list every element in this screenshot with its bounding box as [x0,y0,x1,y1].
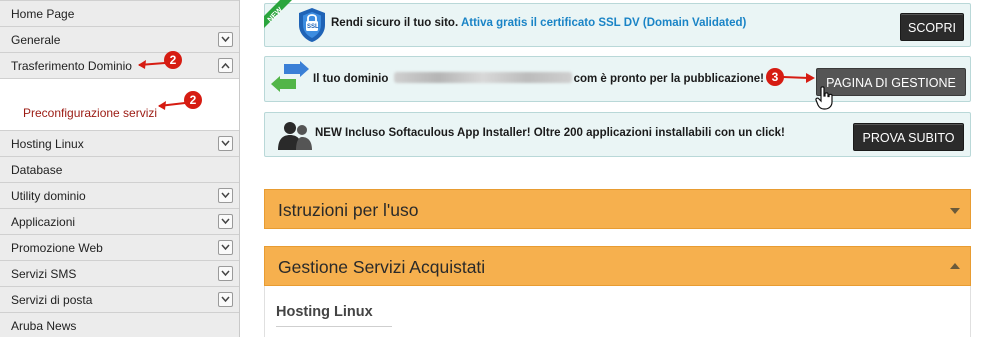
section-divider [276,326,392,327]
hand-cursor-icon [815,86,833,110]
expand-toggle[interactable] [218,188,233,203]
softaculous-banner: NEW Incluso Softaculous App Installer! O… [264,112,971,157]
sidebar-item-utility-dominio[interactable]: Utility dominio [0,183,239,209]
expand-toggle[interactable] [218,32,233,47]
sidebar-item-label: Servizi di posta [11,293,93,307]
chevron-down-icon [221,36,230,43]
domain-ready-suffix: com è pronto per la pubblicazione! [573,73,764,85]
sidebar-item-database[interactable]: Database [0,157,239,183]
ssl-promo-banner: NEW SSL Rendi sicuro il tuo sito. Attiva… [264,0,971,47]
softaculous-text: NEW Incluso Softaculous App Installer! O… [315,127,785,139]
accordion-purchased-services[interactable]: Gestione Servizi Acquistati [264,246,971,286]
sidebar-item-promozione-web[interactable]: Promozione Web [0,235,239,261]
management-page-button[interactable]: PAGINA DI GESTIONE [816,68,966,96]
domain-ready-text: Il tuo dominio com è pronto per la pubbl… [313,72,764,85]
try-now-button[interactable]: PROVA SUBITO [853,123,964,151]
chevron-up-icon [221,62,230,69]
sidebar-item-label: Aruba News [11,319,77,333]
expand-toggle[interactable] [218,292,233,307]
step-badge: 2 [164,51,182,69]
chevron-down-icon [221,218,230,225]
sidebar-item-trasferimento-dominio[interactable]: Trasferimento Dominio [0,53,239,79]
chevron-down-icon [221,244,230,251]
chevron-down-icon [221,140,230,147]
sidebar-item-label: Generale [11,33,61,47]
accordion-instructions[interactable]: Istruzioni per l'uso [264,189,971,229]
ssl-shield-label: SSL [307,24,319,30]
sidebar-menu: Home Page Generale Trasferimento Dominio… [0,0,240,337]
chevron-down-icon [221,296,230,303]
sidebar-item-label: Database [11,163,63,177]
blurred-domain-name [393,72,572,83]
ssl-banner-text: Rendi sicuro il tuo sito. Attiva gratis … [331,17,746,29]
domain-ready-prefix: Il tuo dominio [313,73,389,85]
sidebar-item-label: Hosting Linux [11,137,84,151]
sidebar-item-hosting-linux[interactable]: Hosting Linux [0,131,239,157]
annotation-arrow-icon [138,60,166,69]
sidebar-item-label: Servizi SMS [11,267,77,281]
step-badge: 2 [184,91,202,109]
sidebar-item-label: Utility dominio [11,189,86,203]
expand-toggle[interactable] [218,266,233,281]
sidebar-item-servizi-di-posta[interactable]: Servizi di posta [0,287,239,313]
chevron-down-icon [221,192,230,199]
caret-down-icon [950,208,960,214]
domain-transfer-arrows-icon [271,61,309,92]
caret-up-icon [950,263,960,269]
domain-ready-banner: Il tuo dominio com è pronto per la pubbl… [264,56,971,102]
users-icon [278,122,312,150]
expand-toggle[interactable] [218,240,233,255]
annotation-arrow-icon [158,101,186,110]
discover-button[interactable]: SCOPRI [900,13,964,41]
sidebar-item-label: Trasferimento Dominio [11,59,132,73]
sidebar-item-label: Applicazioni [11,215,76,229]
sidebar-item-home-page[interactable]: Home Page [0,0,239,27]
expand-toggle[interactable] [218,214,233,229]
expand-toggle[interactable] [218,136,233,151]
chevron-down-icon [221,270,230,277]
hosting-linux-section-title: Hosting Linux [276,304,373,320]
purchased-services-panel: Hosting Linux [264,286,971,337]
sidebar-item-aruba-news[interactable]: Aruba News [0,313,239,337]
sidebar-item-generale[interactable]: Generale [0,27,239,53]
sidebar-item-label: Promozione Web [11,241,103,255]
sidebar-item-applicazioni[interactable]: Applicazioni [0,209,239,235]
accordion-title: Gestione Servizi Acquistati [278,257,486,277]
ssl-activate-link[interactable]: Attiva gratis il certificato SSL DV (Dom… [461,17,746,29]
annotation-arrow-icon [782,73,815,83]
sidebar-item-servizi-sms[interactable]: Servizi SMS [0,261,239,287]
ssl-banner-message: Rendi sicuro il tuo sito. [331,17,459,29]
collapse-toggle[interactable] [218,58,233,73]
sidebar-item-label: Home Page [11,7,75,21]
accordion-title: Istruzioni per l'uso [278,200,419,220]
submenu-link-preconfigurazione-servizi[interactable]: Preconfigurazione servizi [23,98,157,128]
sidebar-submenu: Preconfigurazione servizi [0,79,239,131]
